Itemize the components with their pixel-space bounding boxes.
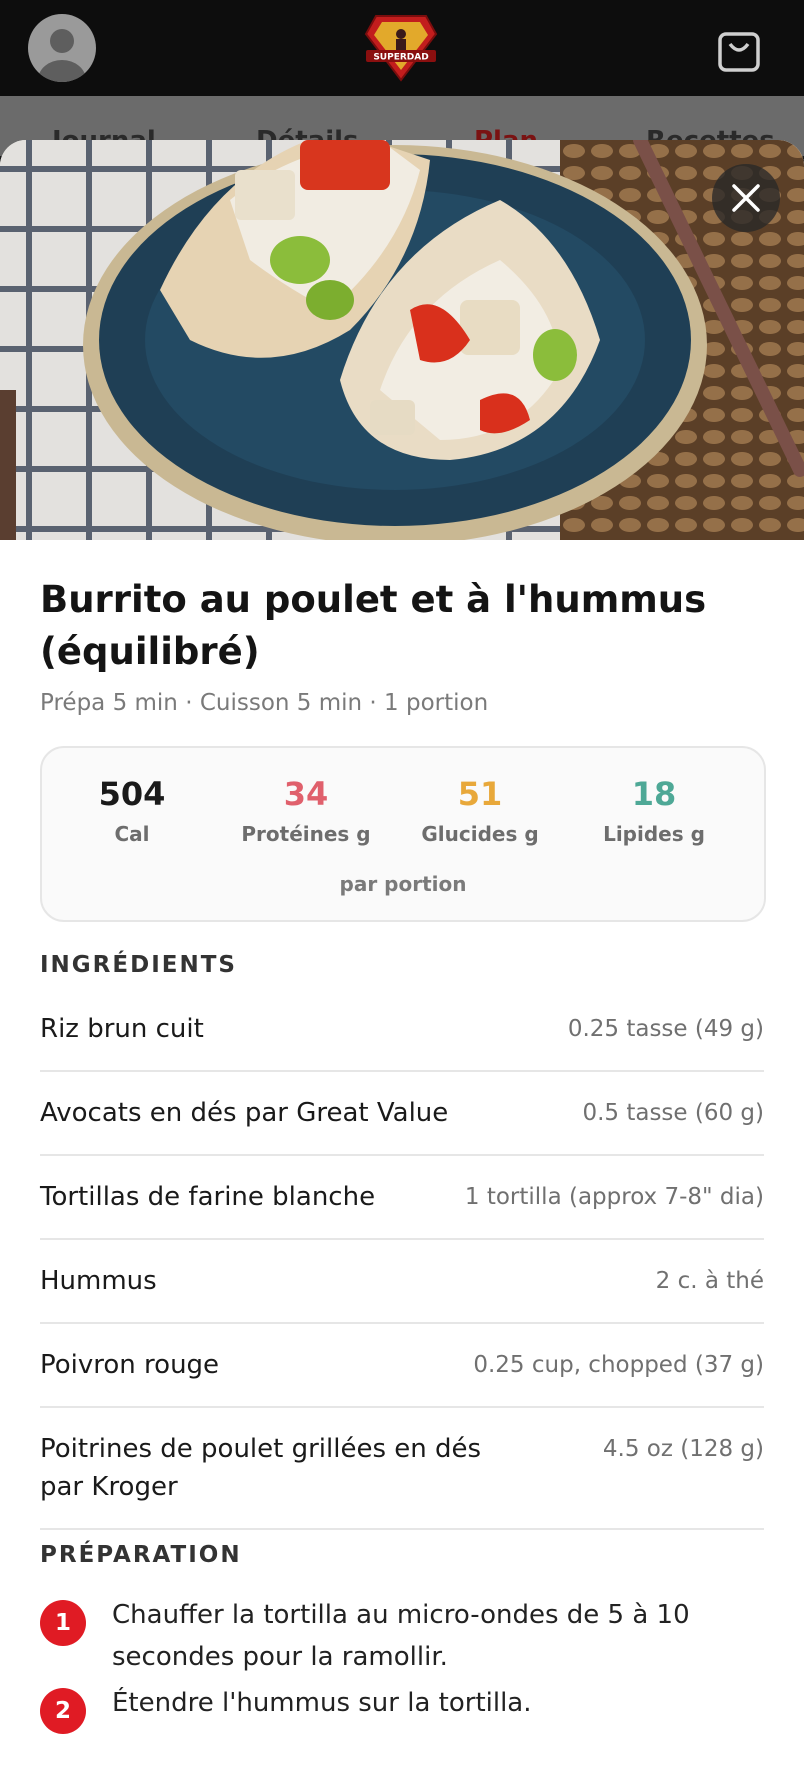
ingredient-row: Poivron rouge 0.25 cup, chopped (37 g) xyxy=(40,1324,764,1408)
recipe-title: Burrito au poulet et à l'hummus (équilib… xyxy=(40,578,707,673)
ingredient-name: Tortillas de farine blanche xyxy=(40,1182,376,1212)
ingredient-quantity: 1 tortilla (approx 7-8" dia) xyxy=(464,1184,764,1210)
recipe-meta: Prépa 5 min · Cuisson 5 min · 1 portion xyxy=(40,690,489,716)
close-button[interactable] xyxy=(712,164,780,232)
logo-text: SUPERDAD xyxy=(373,53,428,63)
user-avatar-icon[interactable] xyxy=(28,14,96,82)
macro-summary: 504 Cal 34 Protéines g 51 Glucides g 18 … xyxy=(40,746,766,922)
ingredient-row: Poitrines de poulet grillées en dés par … xyxy=(40,1408,764,1530)
ingredient-row: Avocats en dés par Great Value 0.5 tasse… xyxy=(40,1072,764,1156)
step-number: 2 xyxy=(40,1688,86,1734)
ingredient-quantity: 0.25 cup, chopped (37 g) xyxy=(473,1352,764,1378)
ingredient-list: Riz brun cuit 0.25 tasse (49 g) Avocats … xyxy=(40,988,764,1530)
step-number: 1 xyxy=(40,1600,86,1646)
macro-value: 51 xyxy=(457,775,503,813)
ingredient-quantity: 0.5 tasse (60 g) xyxy=(582,1100,764,1126)
recipe-modal: Burrito au poulet et à l'hummus (équilib… xyxy=(0,140,804,1780)
macro-value: 34 xyxy=(283,775,329,813)
ingredient-quantity: 4.5 oz (128 g) xyxy=(602,1436,764,1462)
macro-value: 504 xyxy=(98,775,166,813)
ingredient-name: Hummus xyxy=(40,1266,157,1296)
ingredient-name: Riz brun cuit xyxy=(40,1014,204,1044)
ingredients-heading: INGRÉDIENTS xyxy=(40,952,237,978)
preparation-heading: PRÉPARATION xyxy=(40,1542,242,1568)
macro-protein: 34 Protéines g xyxy=(216,774,396,846)
ingredient-quantity: 2 c. à thé xyxy=(655,1268,764,1294)
per-serving-label: par portion xyxy=(339,872,467,896)
superdad-logo[interactable]: SUPERDAD xyxy=(362,12,440,84)
close-icon xyxy=(732,184,760,212)
ingredient-row: Tortillas de farine blanche 1 tortilla (… xyxy=(40,1156,764,1240)
ingredient-name: Poitrines de poulet grillées en dés par … xyxy=(40,1434,482,1502)
ingredient-row: Hummus 2 c. à thé xyxy=(40,1240,764,1324)
step-text: Chauffer la tortilla au micro-ondes de 5… xyxy=(112,1600,690,1672)
ingredient-name: Poivron rouge xyxy=(40,1350,220,1380)
ingredient-quantity: 0.25 tasse (49 g) xyxy=(567,1016,764,1042)
macro-label: Lipides g xyxy=(603,822,705,846)
app-header: SUPERDAD xyxy=(0,0,804,96)
macro-value: 18 xyxy=(631,775,677,813)
macro-label: Protéines g xyxy=(241,822,371,846)
macro-label: Cal xyxy=(114,822,150,846)
recipe-photo xyxy=(0,140,804,545)
ingredient-row: Riz brun cuit 0.25 tasse (49 g) xyxy=(40,988,764,1072)
step-text: Étendre l'hummus sur la tortilla. xyxy=(112,1688,532,1718)
macro-fat: 18 Lipides g xyxy=(564,774,744,846)
shopping-bag-icon[interactable] xyxy=(714,24,764,74)
macro-calories: 504 Cal xyxy=(42,774,222,846)
macro-carbs: 51 Glucides g xyxy=(390,774,570,846)
macro-label: Glucides g xyxy=(421,822,539,846)
ingredient-name: Avocats en dés par Great Value xyxy=(40,1098,449,1128)
